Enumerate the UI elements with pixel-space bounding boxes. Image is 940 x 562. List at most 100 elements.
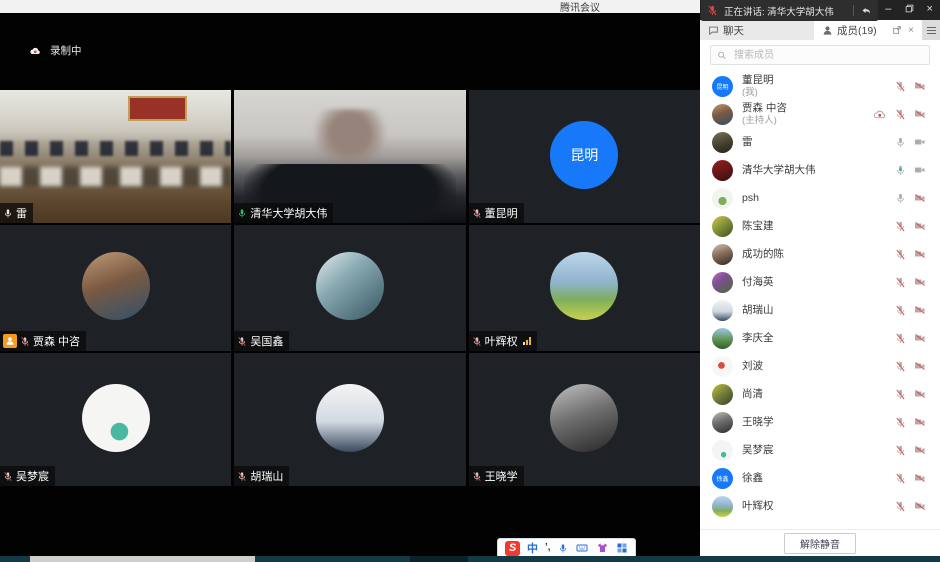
member-avatar <box>712 272 733 293</box>
camera-status-icon[interactable] <box>913 80 927 92</box>
camera-status-icon[interactable] <box>913 136 927 148</box>
member-status-icons <box>895 276 927 289</box>
camera-status-icon[interactable] <box>913 444 927 456</box>
member-name-block: 王晓学 <box>742 416 895 429</box>
video-tile[interactable]: 吴国鑫 <box>234 225 465 351</box>
member-row[interactable]: 刘波 <box>700 352 940 380</box>
video-tile[interactable]: 雷 <box>0 90 231 223</box>
member-name: 胡瑞山 <box>742 304 895 317</box>
restore-button[interactable] <box>899 0 920 17</box>
mic-status-icon[interactable] <box>895 360 906 373</box>
video-tile[interactable]: 王晓学 <box>469 353 700 486</box>
camera-status-icon[interactable] <box>913 472 927 484</box>
member-row[interactable]: 昆明 董昆明 (我) <box>700 72 940 100</box>
video-feed <box>0 90 231 223</box>
member-avatar: 昆明 <box>712 76 733 97</box>
member-row[interactable]: 付海英 <box>700 268 940 296</box>
mic-status-icon[interactable] <box>895 248 906 261</box>
mic-status-icon[interactable] <box>895 472 906 485</box>
tab-members[interactable]: 成员(19) × <box>814 20 922 40</box>
taskbar-segment <box>30 556 255 562</box>
close-button[interactable]: × <box>919 0 940 17</box>
mic-status-icon[interactable] <box>895 80 906 93</box>
member-row[interactable]: 成功的陈 <box>700 240 940 268</box>
recording-label: 录制中 <box>50 43 82 58</box>
mic-status-icon[interactable] <box>895 136 906 149</box>
search-members-input[interactable] <box>732 49 923 62</box>
avatar-text: 徐鑫 <box>716 474 728 483</box>
video-tile[interactable]: 吴梦宸 <box>0 353 231 486</box>
speaking-toast: 正在讲话: 清华大学胡大伟 <box>701 0 878 21</box>
panel-menu-icon[interactable] <box>922 20 940 40</box>
video-tile[interactable]: 清华大学胡大伟 <box>234 90 465 223</box>
member-row[interactable]: 吴梦宸 <box>700 436 940 464</box>
close-panel-icon[interactable]: × <box>908 25 914 36</box>
mic-status-icon[interactable] <box>895 192 906 205</box>
member-row[interactable]: 胡瑞山 <box>700 296 940 324</box>
member-row[interactable]: 贾森 中咨 (主持人) <box>700 100 940 128</box>
ime-skin-icon[interactable] <box>596 542 609 554</box>
mic-status-icon <box>237 208 247 219</box>
mic-status-icon[interactable] <box>895 388 906 401</box>
member-row[interactable]: psh <box>700 184 940 212</box>
video-tile[interactable]: 胡瑞山 <box>234 353 465 486</box>
mic-status-icon[interactable] <box>895 500 906 513</box>
unmute-button[interactable]: 解除静音 <box>784 533 856 554</box>
member-row[interactable]: 陈宝建 <box>700 212 940 240</box>
member-row[interactable]: 叶辉权 <box>700 492 940 520</box>
mic-status-icon[interactable] <box>895 444 906 457</box>
camera-status-icon[interactable] <box>913 164 927 176</box>
member-status-icons <box>895 500 927 513</box>
popout-panel-icon[interactable] <box>892 25 902 35</box>
mic-status-icon[interactable] <box>895 276 906 289</box>
ime-toolbox-icon[interactable] <box>616 542 628 554</box>
mic-status-icon[interactable] <box>895 416 906 429</box>
participant-avatar <box>550 252 618 320</box>
member-row[interactable]: 徐鑫 徐鑫 <box>700 464 940 492</box>
camera-status-icon[interactable] <box>913 500 927 512</box>
member-status-icons <box>895 472 927 485</box>
tab-chat[interactable]: 聊天 <box>700 20 814 40</box>
member-row[interactable]: 尚清 <box>700 380 940 408</box>
mic-status-icon[interactable] <box>895 220 906 233</box>
video-tile[interactable]: 贾森 中咨 <box>0 225 231 351</box>
mic-status-icon[interactable] <box>895 108 906 121</box>
video-tile[interactable]: 昆明 <box>469 90 700 223</box>
window-title: 腾讯会议 <box>560 0 600 14</box>
mic-status-icon[interactable] <box>895 304 906 317</box>
member-name: 尚清 <box>742 388 895 401</box>
camera-status-icon[interactable] <box>913 304 927 316</box>
member-status-icons <box>872 108 927 121</box>
reply-arrow-icon[interactable] <box>860 5 872 17</box>
camera-status-icon[interactable] <box>913 332 927 344</box>
camera-status-icon[interactable] <box>913 360 927 372</box>
camera-status-icon[interactable] <box>913 220 927 232</box>
camera-status-icon[interactable] <box>913 248 927 260</box>
member-name-block: 雷 <box>742 136 895 149</box>
camera-status-icon[interactable] <box>913 108 927 120</box>
mic-status-icon[interactable] <box>895 164 906 177</box>
members-panel: 聊天 成员(19) × <box>700 20 940 556</box>
member-row[interactable]: 雷 <box>700 128 940 156</box>
member-avatar <box>712 104 733 125</box>
ime-punctuation-icon[interactable]: ’, <box>545 544 551 552</box>
camera-status-icon[interactable] <box>913 276 927 288</box>
ime-voice-icon[interactable] <box>558 543 568 554</box>
minimize-button[interactable]: – <box>878 0 899 17</box>
ime-keyboard-icon[interactable] <box>575 542 589 554</box>
ime-language-mode[interactable]: 中 <box>527 540 538 556</box>
member-row[interactable]: 王晓学 <box>700 408 940 436</box>
member-row[interactable]: 李庆全 <box>700 324 940 352</box>
member-name: 徐鑫 <box>742 472 895 485</box>
video-feed-detail <box>130 98 186 119</box>
participant-name: 吴国鑫 <box>250 333 283 349</box>
camera-status-icon[interactable] <box>913 416 927 428</box>
member-name-block: 刘波 <box>742 360 895 373</box>
mic-status-icon[interactable] <box>895 332 906 345</box>
video-tile[interactable]: 叶辉权 <box>469 225 700 351</box>
camera-status-icon[interactable] <box>913 388 927 400</box>
member-row[interactable]: 清华大学胡大伟 <box>700 156 940 184</box>
sogou-logo-icon[interactable]: S <box>505 541 520 556</box>
camera-status-icon[interactable] <box>913 192 927 204</box>
video-feed-detail <box>0 167 231 186</box>
